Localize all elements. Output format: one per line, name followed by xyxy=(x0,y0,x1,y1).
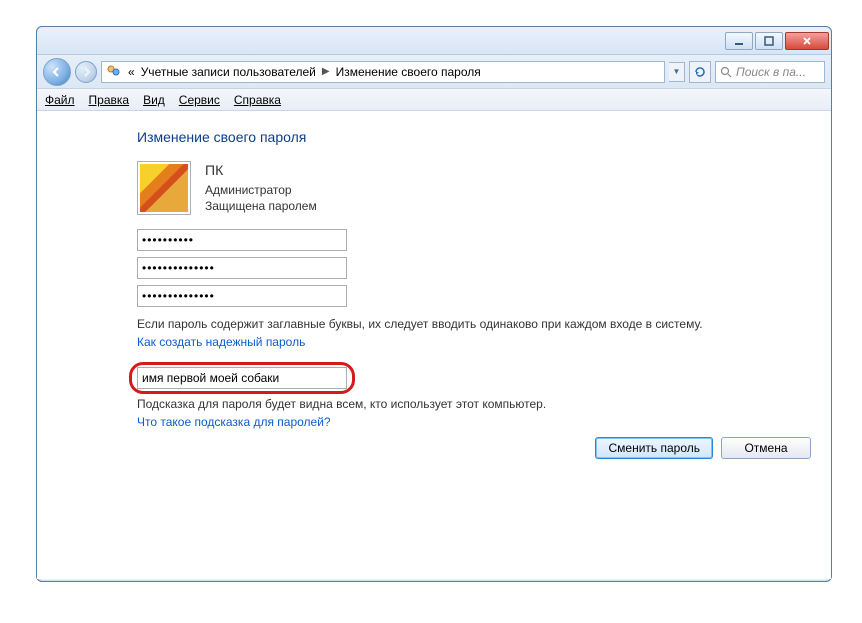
minimize-button[interactable] xyxy=(725,32,753,50)
new-password-input[interactable] xyxy=(137,257,347,279)
user-accounts-icon xyxy=(106,64,122,80)
cancel-button[interactable]: Отмена xyxy=(721,437,811,459)
user-role: Администратор xyxy=(205,182,317,198)
button-row: Сменить пароль Отмена xyxy=(595,437,811,459)
close-button[interactable] xyxy=(785,32,829,50)
address-dropdown-button[interactable]: ▼ xyxy=(669,62,685,82)
chevron-down-icon: ▼ xyxy=(673,67,681,76)
user-status: Защищена паролем xyxy=(205,198,317,214)
menu-edit[interactable]: Правка xyxy=(89,93,130,107)
breadcrumb-2[interactable]: Изменение своего пароля xyxy=(336,65,481,79)
user-text: ПК Администратор Защищена паролем xyxy=(205,161,317,214)
avatar-image xyxy=(140,164,188,212)
refresh-button[interactable] xyxy=(689,61,711,83)
breadcrumb-prefix: « xyxy=(128,65,135,79)
password-fields xyxy=(137,229,807,307)
password-hint-input[interactable] xyxy=(137,367,347,389)
hint-visibility-info: Подсказка для пароля будет видна всем, к… xyxy=(137,397,807,411)
user-info-block: ПК Администратор Защищена паролем xyxy=(137,161,807,215)
navigation-bar: « Учетные записи пользователей ▶ Изменен… xyxy=(37,55,831,89)
titlebar xyxy=(37,27,831,55)
strong-password-link[interactable]: Как создать надежный пароль xyxy=(137,335,807,349)
menu-view[interactable]: Вид xyxy=(143,93,165,107)
search-icon xyxy=(720,66,732,78)
content-area: Изменение своего пароля ПК Администратор… xyxy=(37,111,831,579)
maximize-button[interactable] xyxy=(755,32,783,50)
menu-help[interactable]: Справка xyxy=(234,93,281,107)
avatar xyxy=(137,161,191,215)
confirm-password-input[interactable] xyxy=(137,285,347,307)
search-input[interactable]: Поиск в па... xyxy=(715,61,825,83)
window-frame: « Учетные записи пользователей ▶ Изменен… xyxy=(36,26,832,582)
current-password-input[interactable] xyxy=(137,229,347,251)
arrow-left-icon xyxy=(52,67,62,77)
menu-bar: Файл Правка Вид Сервис Справка xyxy=(37,89,831,111)
arrow-right-icon xyxy=(81,67,91,77)
change-password-button[interactable]: Сменить пароль xyxy=(595,437,713,459)
nav-forward-button[interactable] xyxy=(75,61,97,83)
menu-tools[interactable]: Сервис xyxy=(179,93,220,107)
refresh-icon xyxy=(693,65,707,79)
hint-help-link[interactable]: Что такое подсказка для паролей? xyxy=(137,415,807,429)
caps-info-text: Если пароль содержит заглавные буквы, их… xyxy=(137,317,807,331)
nav-back-button[interactable] xyxy=(43,58,71,86)
breadcrumb-separator-icon: ▶ xyxy=(322,66,330,77)
search-placeholder: Поиск в па... xyxy=(736,65,806,79)
menu-file[interactable]: Файл xyxy=(45,93,75,107)
page-title: Изменение своего пароля xyxy=(137,129,807,145)
address-bar[interactable]: « Учетные записи пользователей ▶ Изменен… xyxy=(101,61,665,83)
user-name: ПК xyxy=(205,161,317,180)
breadcrumb-1[interactable]: Учетные записи пользователей xyxy=(141,65,316,79)
hint-field-wrapper xyxy=(137,367,347,389)
